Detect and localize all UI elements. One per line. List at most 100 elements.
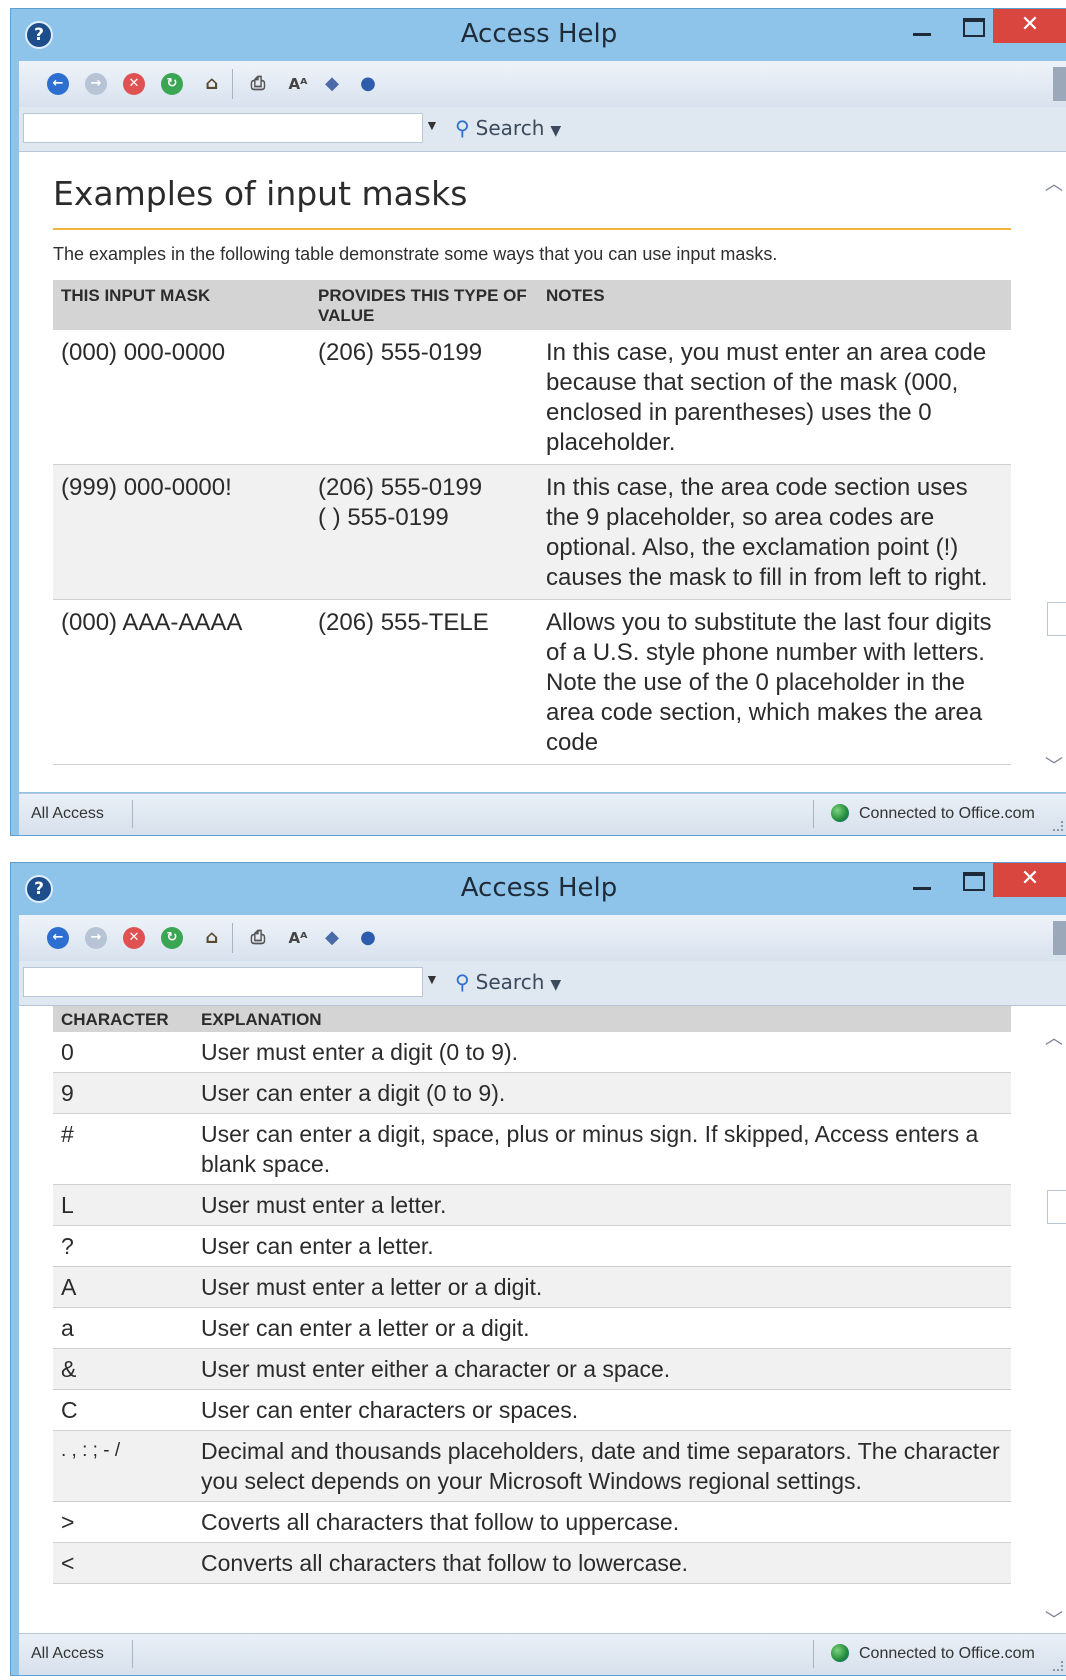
search-input[interactable] xyxy=(23,967,423,997)
scroll-up-icon[interactable]: ︿ xyxy=(1045,170,1063,196)
globe-icon xyxy=(831,804,849,822)
table-row: L User must enter a letter. xyxy=(53,1184,1011,1226)
mask-cell: (000) 000-0000 xyxy=(53,330,310,465)
table-row: < Converts all characters that follow to … xyxy=(53,1542,1011,1584)
refresh-icon[interactable]: ↻ xyxy=(161,927,183,949)
toolbar: ← → ✕ ↻ ⌂ ⎙ Aᴬ ◆ ● xyxy=(19,61,1066,108)
search-input[interactable] xyxy=(23,113,423,143)
status-scope[interactable]: All Access xyxy=(31,805,104,823)
search-button[interactable]: ⚲ Search ▼ xyxy=(455,970,561,994)
globe-icon xyxy=(831,1644,849,1662)
pin-icon[interactable]: ● xyxy=(357,73,379,95)
status-divider xyxy=(132,800,133,828)
table-row: # User can enter a digit, space, plus or … xyxy=(53,1113,1011,1185)
table-row: ? User can enter a letter. xyxy=(53,1225,1011,1267)
home-icon[interactable]: ⌂ xyxy=(201,927,223,949)
search-button[interactable]: ⚲ Search ▼ xyxy=(455,116,561,140)
back-icon[interactable]: ← xyxy=(47,73,69,95)
toc-icon[interactable]: ◆ xyxy=(321,927,343,949)
table-row: > Coverts all characters that follow to u… xyxy=(53,1501,1011,1543)
search-button-label: Search xyxy=(475,970,545,994)
back-icon[interactable]: ← xyxy=(47,927,69,949)
notes-cell: In this case, the area code section uses… xyxy=(538,464,1011,600)
search-dropdown-icon[interactable]: ▼ xyxy=(425,117,439,133)
font-size-icon[interactable]: Aᴬ xyxy=(285,73,311,95)
table-row: (000) AAA-AAAA (206) 555-TELE Allows you… xyxy=(53,599,1011,765)
print-icon[interactable]: ⎙ xyxy=(247,927,269,949)
character-cell: 0 xyxy=(53,1032,193,1073)
explanation-cell: User must enter a letter or a digit. xyxy=(193,1266,1011,1308)
column-header: CHARACTER xyxy=(53,1006,193,1032)
title-rule xyxy=(53,228,1011,230)
stop-icon[interactable]: ✕ xyxy=(123,927,145,949)
status-divider xyxy=(813,1640,814,1668)
search-dropdown-icon[interactable]: ▼ xyxy=(425,971,439,987)
search-icon: ⚲ xyxy=(455,116,470,140)
character-cell: A xyxy=(53,1266,193,1308)
value-cell: (206) 555-0199 ( ) 555-0199 xyxy=(310,464,538,600)
explanation-cell: User must enter a letter. xyxy=(193,1184,1011,1226)
scroll-up-icon[interactable]: ︿ xyxy=(1045,1024,1063,1050)
column-header: EXPLANATION xyxy=(193,1006,1011,1032)
toc-icon[interactable]: ◆ xyxy=(321,73,343,95)
character-cell: a xyxy=(53,1307,193,1349)
forward-icon[interactable]: → xyxy=(85,73,107,95)
search-button-label: Search xyxy=(475,116,545,140)
mask-cell: (999) 000-0000! xyxy=(53,464,310,600)
help-window-1: ? Access Help ✕ ← → ✕ ↻ ⌂ ⎙ Aᴬ ◆ ● ▼ ⚲ Se… xyxy=(10,8,1066,836)
resize-grip[interactable] xyxy=(1053,821,1063,831)
column-header: NOTES xyxy=(538,280,1011,330)
status-scope[interactable]: All Access xyxy=(31,1645,104,1663)
minimize-button[interactable] xyxy=(901,863,941,897)
close-button[interactable]: ✕ xyxy=(993,9,1066,43)
character-cell: ? xyxy=(53,1225,193,1267)
toolbar-overflow[interactable] xyxy=(1053,921,1066,955)
table-row: a User can enter a letter or a digit. xyxy=(53,1307,1011,1349)
connection-status[interactable]: Connected to Office.com xyxy=(859,805,1035,823)
explanation-cell: User can enter a digit (0 to 9). xyxy=(193,1072,1011,1114)
table-row: (999) 000-0000! (206) 555-0199 ( ) 555-0… xyxy=(53,464,1011,600)
explanation-cell: Converts all characters that follow to l… xyxy=(193,1542,1011,1584)
maximize-button[interactable] xyxy=(953,9,993,43)
value-cell: (206) 555-0199 xyxy=(310,330,538,465)
explanation-cell: Decimal and thousands placeholders, date… xyxy=(193,1430,1011,1502)
scroll-thumb[interactable] xyxy=(1047,602,1066,636)
vertical-scrollbar[interactable]: ︿ ﹀ xyxy=(1037,152,1066,792)
vertical-scrollbar[interactable]: ︿ ﹀ xyxy=(1037,1006,1066,1646)
toolbar-overflow[interactable] xyxy=(1053,67,1066,101)
character-cell: C xyxy=(53,1389,193,1431)
help-content[interactable]: Examples of input masks The examples in … xyxy=(19,152,1037,792)
toolbar-divider xyxy=(232,69,233,99)
table-header-row: CHARACTER EXPLANATION xyxy=(53,1006,1011,1032)
forward-icon[interactable]: → xyxy=(85,927,107,949)
minimize-button[interactable] xyxy=(901,9,941,43)
scroll-down-icon[interactable]: ﹀ xyxy=(1045,1606,1063,1632)
explanation-cell: User can enter a digit, space, plus or m… xyxy=(193,1113,1011,1185)
close-button[interactable]: ✕ xyxy=(993,863,1066,897)
title-bar[interactable]: ? Access Help ✕ xyxy=(11,9,1066,59)
scroll-thumb[interactable] xyxy=(1047,1190,1066,1224)
scroll-down-icon[interactable]: ﹀ xyxy=(1045,752,1063,778)
explanation-cell: User can enter a letter or a digit. xyxy=(193,1307,1011,1349)
status-bar: All Access Connected to Office.com xyxy=(19,793,1066,835)
table-row: & User must enter either a character or a… xyxy=(53,1348,1011,1390)
pin-icon[interactable]: ● xyxy=(357,927,379,949)
column-header: PROVIDES THIS TYPE OF VALUE xyxy=(310,280,538,330)
print-icon[interactable]: ⎙ xyxy=(247,73,269,95)
font-size-icon[interactable]: Aᴬ xyxy=(285,927,311,949)
home-icon[interactable]: ⌂ xyxy=(201,73,223,95)
table-row: (000) 000-0000 (206) 555-0199 In this ca… xyxy=(53,330,1011,465)
character-cell: < xyxy=(53,1542,193,1584)
refresh-icon[interactable]: ↻ xyxy=(161,73,183,95)
maximize-button[interactable] xyxy=(953,863,993,897)
connection-status[interactable]: Connected to Office.com xyxy=(859,1645,1035,1663)
character-cell: # xyxy=(53,1113,193,1185)
stop-icon[interactable]: ✕ xyxy=(123,73,145,95)
help-content[interactable]: CHARACTER EXPLANATION 0 User must enter a… xyxy=(19,1006,1037,1646)
resize-grip[interactable] xyxy=(1053,1661,1063,1671)
title-bar[interactable]: ? Access Help ✕ xyxy=(11,863,1066,913)
character-cell: & xyxy=(53,1348,193,1390)
value-cell: (206) 555-TELE xyxy=(310,599,538,765)
toolbar: ← → ✕ ↻ ⌂ ⎙ Aᴬ ◆ ● xyxy=(19,915,1066,962)
table-row: 9 User can enter a digit (0 to 9). xyxy=(53,1072,1011,1114)
